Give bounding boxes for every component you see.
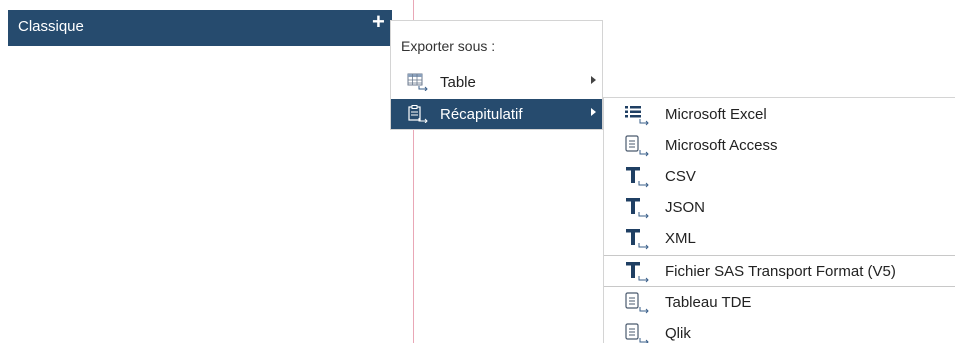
submenu-item-excel[interactable]: Microsoft Excel: [604, 99, 955, 130]
submenu-item-label: Qlik: [665, 325, 691, 342]
text-export-icon: [626, 262, 649, 283]
text-export-icon: [626, 198, 649, 219]
menu-item-label: Table: [440, 74, 476, 91]
document-export-icon: [625, 135, 649, 157]
document-export-icon: [625, 323, 649, 343]
plus-icon[interactable]: +: [372, 11, 385, 33]
chevron-right-icon: [591, 76, 596, 84]
submenu-item-json[interactable]: JSON: [604, 192, 955, 223]
summary-export-icon: [408, 105, 428, 123]
list-export-icon: [625, 106, 649, 126]
submenu-item-sas-transport[interactable]: Fichier SAS Transport Format (V5): [604, 256, 955, 287]
text-export-icon: [626, 229, 649, 250]
export-menu: Exporter sous : Table Récapitulatif: [390, 20, 603, 130]
text-export-icon: [626, 167, 649, 188]
header-title: Classique: [18, 18, 84, 35]
menu-heading: Exporter sous :: [401, 38, 496, 54]
submenu-item-csv[interactable]: CSV: [604, 161, 955, 192]
submenu-item-xml[interactable]: XML: [604, 223, 955, 254]
menu-item-table[interactable]: Table: [391, 67, 602, 97]
submenu-item-label: Tableau TDE: [665, 294, 752, 311]
submenu-item-label: XML: [665, 230, 696, 247]
submenu-item-qlik[interactable]: Qlik: [604, 318, 955, 343]
export-format-submenu: Microsoft Excel Microsoft Access CSV JSO…: [603, 97, 955, 343]
document-export-icon: [625, 292, 649, 314]
submenu-item-label: Microsoft Access: [665, 137, 778, 154]
menu-item-recapitulatif[interactable]: Récapitulatif: [391, 99, 602, 129]
submenu-item-label: Microsoft Excel: [665, 106, 767, 123]
submenu-item-tableau-tde[interactable]: Tableau TDE: [604, 287, 955, 318]
header-bar: Classique +: [8, 10, 392, 46]
submenu-item-label: JSON: [665, 199, 706, 216]
submenu-item-access[interactable]: Microsoft Access: [604, 130, 955, 161]
table-export-icon: [407, 73, 428, 91]
submenu-item-label: Fichier SAS Transport Format (V5): [665, 263, 896, 280]
menu-item-label: Récapitulatif: [440, 106, 523, 123]
submenu-item-label: CSV: [665, 168, 696, 185]
export-screen: Classique + Exporter sous : Table Récapi…: [0, 0, 955, 343]
chevron-right-icon: [591, 108, 596, 116]
